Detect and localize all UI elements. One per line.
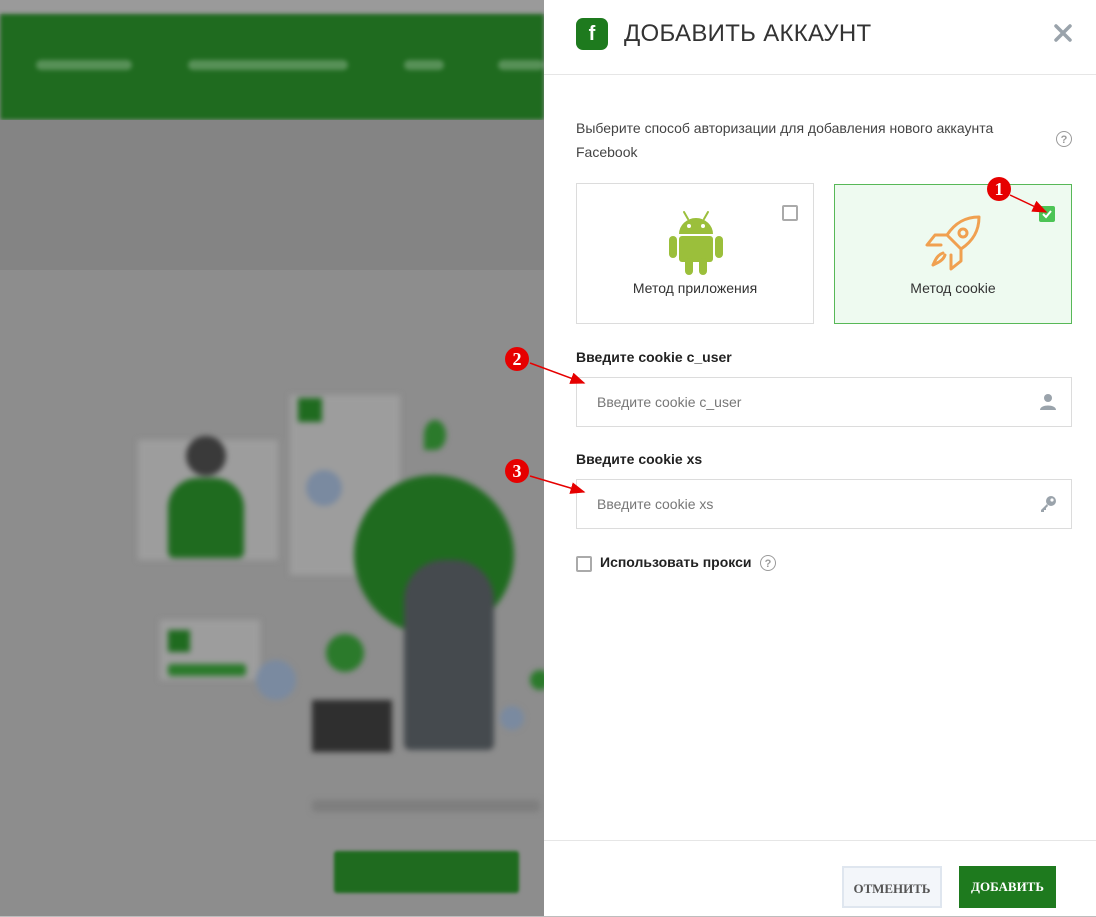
annotation-marker-3: 3 [505,459,529,483]
annotation-marker-1: 1 [987,177,1011,201]
annotation-arrows [529,194,1048,494]
annotation-marker-2: 2 [505,347,529,371]
